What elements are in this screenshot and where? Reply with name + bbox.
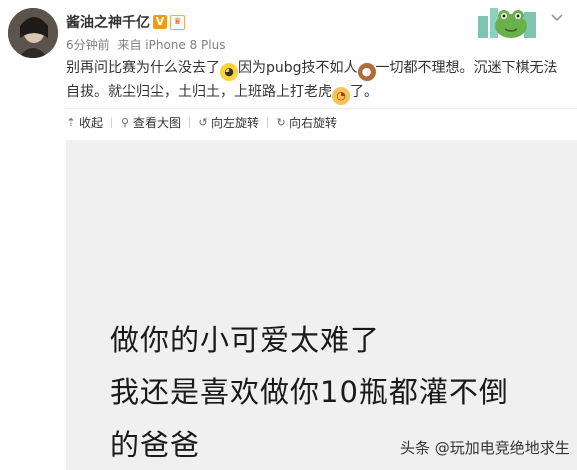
frog-mascot-icon (478, 2, 538, 38)
image-toolbar: ⇡ 收起 ⚲ 查看大图 ↺ 向左旋转 ↻ 向右旋转 (66, 114, 337, 131)
rotate-right-icon: ↻ (276, 116, 286, 129)
post-text: 别再问比赛为什么没去了 ◕ 因为pubg技不如人 ● 一切都不理想。沉迷下棋无法自拔。就… (66, 57, 566, 105)
post-image[interactable] (66, 140, 577, 470)
magnifier-icon: ⚲ (120, 116, 130, 129)
tiger-emoji-icon: ◔ (332, 87, 350, 105)
rotate-left-label: 向左旋转 (211, 116, 260, 130)
chevron-down-icon[interactable] (549, 10, 565, 26)
toolbar-separator (267, 117, 269, 128)
collapse-button[interactable]: ⇡ 收起 (66, 114, 103, 131)
post-text-part2: 因为pubg技不如人 (238, 60, 358, 76)
rotate-left-icon: ↺ (198, 116, 208, 129)
username-row: 酱油之神千亿 V ♛ (66, 12, 185, 32)
collapse-arrow-icon: ⇡ (66, 116, 76, 129)
rotate-left-button[interactable]: ↺ 向左旋转 (198, 114, 259, 131)
username[interactable]: 酱油之神千亿 (66, 12, 150, 32)
image-text-line: 我还是喜欢做你10瓶都灌不倒 (110, 375, 509, 409)
avatar[interactable] (8, 8, 58, 58)
rotate-right-button[interactable]: ↻ 向右旋转 (276, 114, 337, 131)
image-text-line: 做你的小可爱太难了 (110, 323, 381, 357)
toolbar-separator (189, 117, 191, 128)
post-time[interactable]: 6分钟前 (66, 38, 110, 52)
vip-crown-icon[interactable]: ♛ (170, 14, 185, 30)
rotate-right-label: 向右旋转 (289, 116, 338, 130)
laughing-emoji-icon: ◕ (220, 63, 238, 81)
view-large-button[interactable]: ⚲ 查看大图 (120, 114, 181, 131)
view-large-label: 查看大图 (133, 116, 182, 130)
post-text-part4: 了。 (350, 84, 378, 100)
toolbar-separator (111, 117, 113, 128)
verified-badge-icon[interactable]: V (153, 15, 167, 29)
post-source: 来自 iPhone 8 Plus (117, 38, 226, 52)
post-text-part1: 别再问比赛为什么没去了 (66, 60, 220, 76)
collapse-label: 收起 (79, 116, 104, 130)
divider (66, 108, 577, 109)
post-meta: 6分钟前 来自 iPhone 8 Plus (66, 36, 225, 53)
image-text-line: 的爸爸 (110, 428, 201, 462)
monkey-emoji-icon: ● (357, 63, 376, 81)
watermark: 头条 @玩加电竞绝地求生 (400, 439, 570, 457)
